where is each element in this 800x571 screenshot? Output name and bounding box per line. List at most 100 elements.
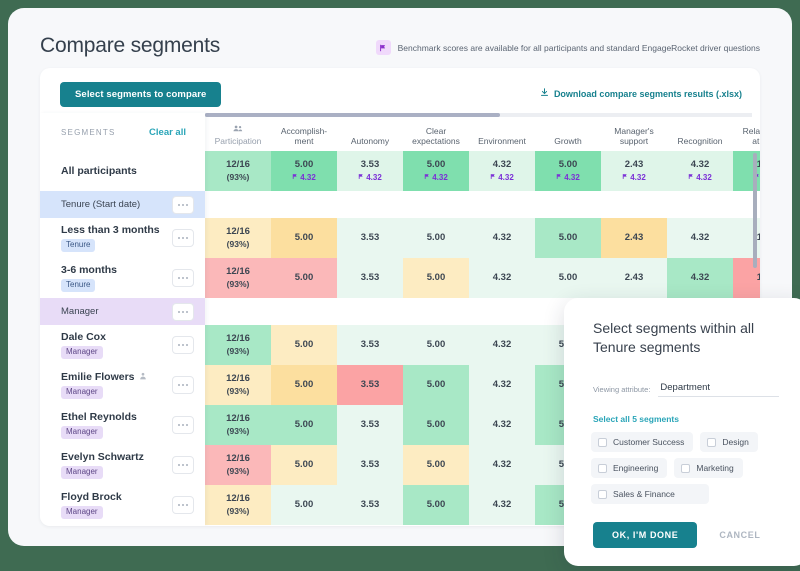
score-subvalue: (93%) bbox=[227, 506, 250, 517]
score-cell[interactable]: 5.004.32 bbox=[403, 151, 469, 191]
flag-icon bbox=[556, 173, 562, 183]
score-cell[interactable]: 5.00 bbox=[535, 258, 601, 298]
score-cell[interactable]: 3.53 bbox=[337, 258, 403, 298]
score-cell[interactable]: 5.00 bbox=[271, 445, 337, 485]
score-cell[interactable]: 12/16(93%) bbox=[205, 445, 271, 485]
score-cell[interactable]: 5.00 bbox=[403, 325, 469, 365]
score-cell[interactable]: 12/16(93%) bbox=[205, 151, 271, 191]
checkbox[interactable] bbox=[707, 438, 716, 447]
download-results-link[interactable]: Download compare segments results (.xlsx… bbox=[540, 88, 742, 99]
score-cell[interactable]: 4.32 bbox=[469, 258, 535, 298]
select-segments-button[interactable]: Select segments to compare bbox=[60, 82, 221, 107]
segment-row[interactable]: 3-6 monthsTenure bbox=[40, 258, 205, 298]
score-cell[interactable]: 2.43 bbox=[601, 258, 667, 298]
score-cell[interactable]: 5.00 bbox=[271, 405, 337, 445]
segment-row[interactable]: Less than 3 monthsTenure bbox=[40, 218, 205, 258]
segment-name-text: Evelyn Schwartz bbox=[61, 451, 144, 463]
score-cell[interactable]: 5.00 bbox=[271, 365, 337, 405]
score-cell[interactable]: 4.32 bbox=[469, 405, 535, 445]
more-options-icon[interactable] bbox=[172, 456, 194, 474]
score-cell[interactable]: 4.324.32 bbox=[667, 151, 733, 191]
score-cell[interactable]: 4.32 bbox=[469, 325, 535, 365]
score-cell[interactable]: 5.00 bbox=[271, 258, 337, 298]
ok-im-done-button[interactable]: OK, I'M DONE bbox=[593, 522, 697, 548]
more-options-icon[interactable] bbox=[172, 196, 194, 214]
segment-row[interactable]: All participants bbox=[40, 151, 205, 191]
score-cell[interactable]: 12/16(93%) bbox=[205, 218, 271, 258]
score-cell[interactable]: 3.53 bbox=[337, 485, 403, 525]
viewing-attribute-value[interactable]: Department bbox=[658, 382, 779, 397]
segment-row[interactable]: Ethel ReynoldsManager bbox=[40, 405, 205, 445]
score-cell[interactable]: 4.32 bbox=[469, 445, 535, 485]
segments-header-label: SEGMENTS bbox=[61, 128, 116, 137]
checkbox[interactable] bbox=[681, 464, 690, 473]
checkbox[interactable] bbox=[598, 490, 607, 499]
person-icon bbox=[139, 371, 147, 383]
score-cell[interactable]: 4.32 bbox=[469, 365, 535, 405]
grid-row: 12/16(93%)5.003.535.004.325.002.434.321.… bbox=[205, 258, 760, 298]
score-cell[interactable]: 4.32 bbox=[667, 258, 733, 298]
more-options-icon[interactable] bbox=[172, 269, 194, 287]
flag-icon bbox=[424, 173, 430, 183]
segment-option-chip[interactable]: Customer Success bbox=[591, 432, 693, 452]
score-cell[interactable]: 12/16(93%) bbox=[205, 405, 271, 445]
score-cell[interactable]: 5.004.32 bbox=[535, 151, 601, 191]
segment-option-chip[interactable]: Design bbox=[700, 432, 757, 452]
cancel-button[interactable]: CANCEL bbox=[719, 530, 760, 540]
more-options-icon[interactable] bbox=[172, 303, 194, 321]
more-options-icon[interactable] bbox=[172, 229, 194, 247]
segment-group-row[interactable]: Tenure (Start date) bbox=[40, 191, 205, 218]
score-cell[interactable]: 5.00 bbox=[403, 365, 469, 405]
select-all-segments-link[interactable]: Select all 5 segments bbox=[593, 414, 679, 424]
segment-option-chip[interactable]: Sales & Finance bbox=[591, 484, 709, 504]
more-options-icon[interactable] bbox=[172, 336, 194, 354]
score-cell[interactable]: 3.53 bbox=[337, 218, 403, 258]
segment-option-chip[interactable]: Engineering bbox=[591, 458, 667, 478]
score-value: 3.53 bbox=[361, 499, 380, 511]
score-cell[interactable]: 3.53 bbox=[337, 405, 403, 445]
checkbox[interactable] bbox=[598, 464, 607, 473]
score-cell[interactable]: 4.32 bbox=[667, 218, 733, 258]
score-cell[interactable]: 4.32 bbox=[469, 218, 535, 258]
more-options-icon[interactable] bbox=[172, 376, 194, 394]
score-cell[interactable]: 4.324.32 bbox=[469, 151, 535, 191]
score-cell[interactable]: 5.00 bbox=[403, 405, 469, 445]
more-options-icon[interactable] bbox=[172, 496, 194, 514]
score-cell[interactable]: 3.53 bbox=[337, 445, 403, 485]
score-cell[interactable]: 2.43 bbox=[601, 218, 667, 258]
segment-group-row[interactable]: Manager bbox=[40, 298, 205, 325]
score-cell[interactable]: 5.004.32 bbox=[271, 151, 337, 191]
score-cell[interactable]: 12/16(93%) bbox=[205, 258, 271, 298]
grid-group-spacer-row bbox=[205, 191, 760, 218]
score-cell[interactable]: 4.32 bbox=[469, 485, 535, 525]
segment-row[interactable]: Evelyn SchwartzManager bbox=[40, 445, 205, 485]
score-cell[interactable]: 12/16(93%) bbox=[205, 485, 271, 525]
column-header-label: Manager's bbox=[614, 126, 653, 137]
checkbox[interactable] bbox=[598, 438, 607, 447]
flag-icon bbox=[292, 173, 298, 183]
score-cell[interactable]: 2.434.32 bbox=[601, 151, 667, 191]
score-cell[interactable]: 5.00 bbox=[271, 325, 337, 365]
page-header: Compare segments Benchmark scores are av… bbox=[40, 31, 760, 71]
score-cell[interactable]: 5.00 bbox=[403, 258, 469, 298]
segment-name-text: Emilie Flowers bbox=[61, 371, 135, 383]
score-cell[interactable]: 3.53 bbox=[337, 325, 403, 365]
score-cell[interactable]: 5.00 bbox=[535, 218, 601, 258]
score-cell[interactable]: 12/16(93%) bbox=[205, 365, 271, 405]
score-cell[interactable]: 12/16(93%) bbox=[205, 325, 271, 365]
score-cell[interactable]: 5.00 bbox=[403, 485, 469, 525]
score-cell[interactable]: 5.00 bbox=[271, 485, 337, 525]
clear-all-button[interactable]: Clear all bbox=[149, 127, 186, 138]
vertical-scrollbar-thumb[interactable] bbox=[753, 153, 757, 268]
score-cell[interactable]: 3.534.32 bbox=[337, 151, 403, 191]
segment-row[interactable]: Dale CoxManager bbox=[40, 325, 205, 365]
score-cell[interactable]: 5.00 bbox=[403, 218, 469, 258]
score-cell[interactable]: 3.53 bbox=[337, 365, 403, 405]
segment-row[interactable]: Floyd BrockManager bbox=[40, 485, 205, 525]
segment-option-chip[interactable]: Marketing bbox=[674, 458, 742, 478]
score-cell[interactable]: 5.00 bbox=[271, 218, 337, 258]
score-cell[interactable]: 5.00 bbox=[403, 445, 469, 485]
benchmark-number: 4.32 bbox=[366, 173, 382, 183]
more-options-icon[interactable] bbox=[172, 416, 194, 434]
segment-row[interactable]: Emilie FlowersManager bbox=[40, 365, 205, 405]
